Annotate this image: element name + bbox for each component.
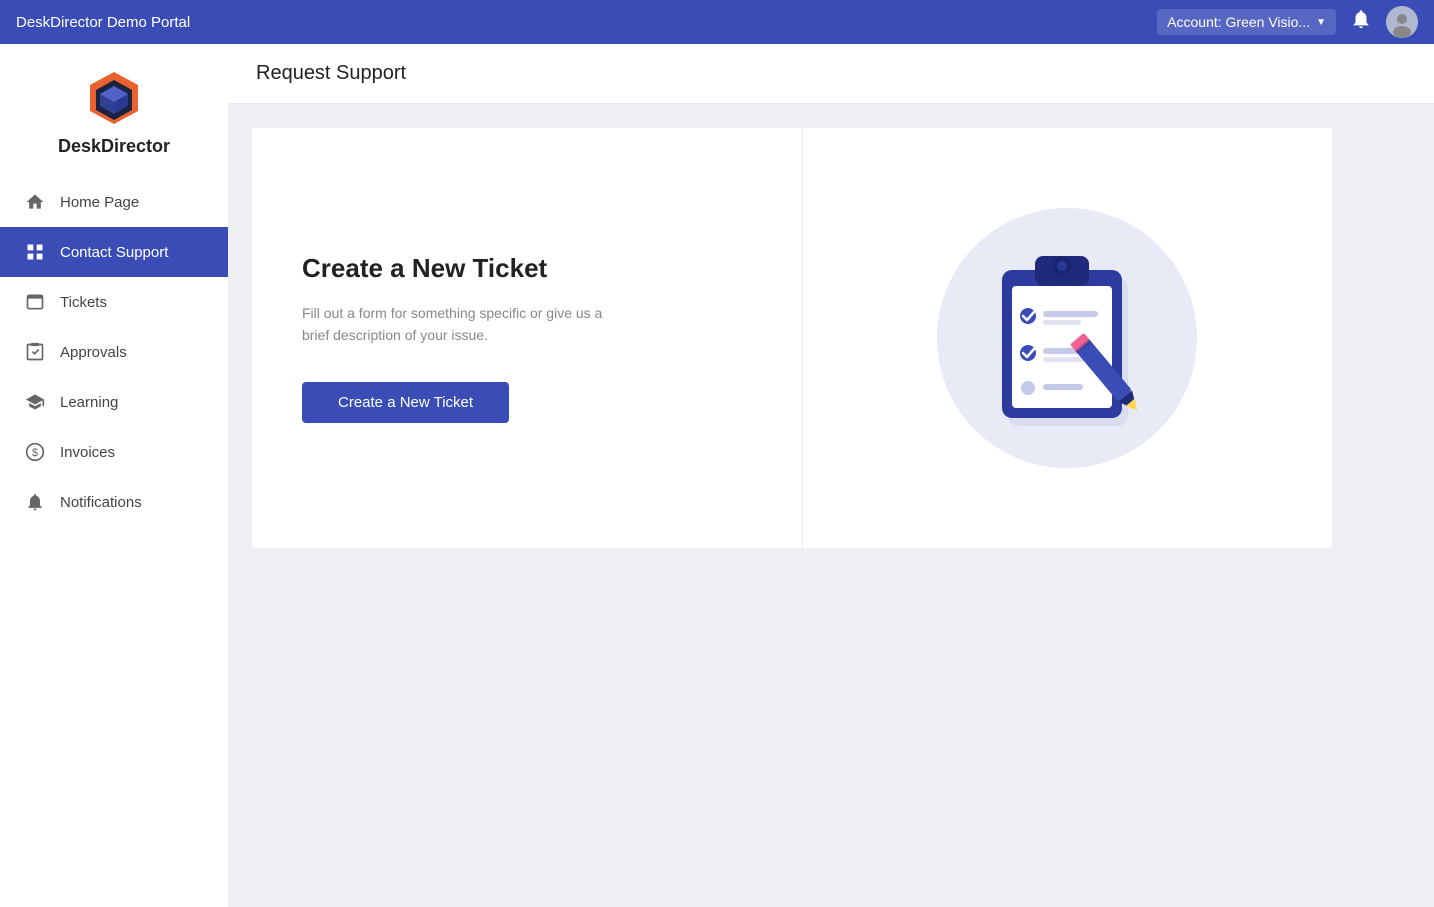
logo-icon xyxy=(84,68,144,128)
learning-icon xyxy=(24,391,46,413)
top-header: DeskDirector Demo Portal Account: Green … xyxy=(0,0,1434,44)
svg-text:$: $ xyxy=(32,447,38,459)
app-title: DeskDirector Demo Portal xyxy=(16,14,190,31)
card-title: Create a New Ticket xyxy=(302,253,752,284)
main-body: Create a New Ticket Fill out a form for … xyxy=(228,104,1434,907)
sidebar-item-tickets[interactable]: Tickets xyxy=(0,277,228,327)
chevron-down-icon: ▼ xyxy=(1316,17,1326,28)
create-new-ticket-button[interactable]: Create a New Ticket xyxy=(302,382,509,423)
grid-icon xyxy=(24,241,46,263)
sidebar-item-label: Tickets xyxy=(60,294,107,311)
main-content: Request Support Create a New Ticket Fill… xyxy=(228,44,1434,907)
home-icon xyxy=(24,191,46,213)
header-right-section: Account: Green Visio... ▼ xyxy=(1157,6,1418,38)
sidebar-item-learning[interactable]: Learning xyxy=(0,377,228,427)
notification-bell-icon[interactable] xyxy=(1350,8,1372,36)
sidebar-item-label: Invoices xyxy=(60,444,115,461)
logo-text: DeskDirector xyxy=(58,136,170,157)
user-avatar[interactable] xyxy=(1386,6,1418,38)
card-description: Fill out a form for something specific o… xyxy=(302,302,622,347)
page-title: Request Support xyxy=(228,44,1434,104)
sidebar-item-invoices[interactable]: $ Invoices xyxy=(0,427,228,477)
clipboard-illustration xyxy=(927,198,1207,478)
sidebar-item-home-page[interactable]: Home Page xyxy=(0,177,228,227)
sidebar-item-notifications[interactable]: Notifications xyxy=(0,477,228,527)
sidebar-item-label: Notifications xyxy=(60,494,142,511)
sidebar-navigation: Home Page Contact Support xyxy=(0,177,228,907)
main-layout: DeskDirector Home Page Contact xyxy=(0,44,1434,907)
sidebar-item-contact-support[interactable]: Contact Support xyxy=(0,227,228,277)
support-card: Create a New Ticket Fill out a form for … xyxy=(252,128,1332,548)
sidebar-item-label: Approvals xyxy=(60,344,127,361)
invoices-icon: $ xyxy=(24,441,46,463)
card-right-panel xyxy=(803,128,1333,548)
tickets-icon xyxy=(24,291,46,313)
sidebar-item-label: Home Page xyxy=(60,194,139,211)
account-button[interactable]: Account: Green Visio... ▼ xyxy=(1157,9,1336,35)
card-left-panel: Create a New Ticket Fill out a form for … xyxy=(252,128,803,548)
approvals-icon xyxy=(24,341,46,363)
sidebar-item-label: Learning xyxy=(60,394,118,411)
sidebar: DeskDirector Home Page Contact xyxy=(0,44,228,907)
sidebar-item-label: Contact Support xyxy=(60,244,168,261)
sidebar-logo: DeskDirector xyxy=(0,44,228,177)
bell-icon xyxy=(24,491,46,513)
sidebar-item-approvals[interactable]: Approvals xyxy=(0,327,228,377)
account-label: Account: Green Visio... xyxy=(1167,14,1310,30)
